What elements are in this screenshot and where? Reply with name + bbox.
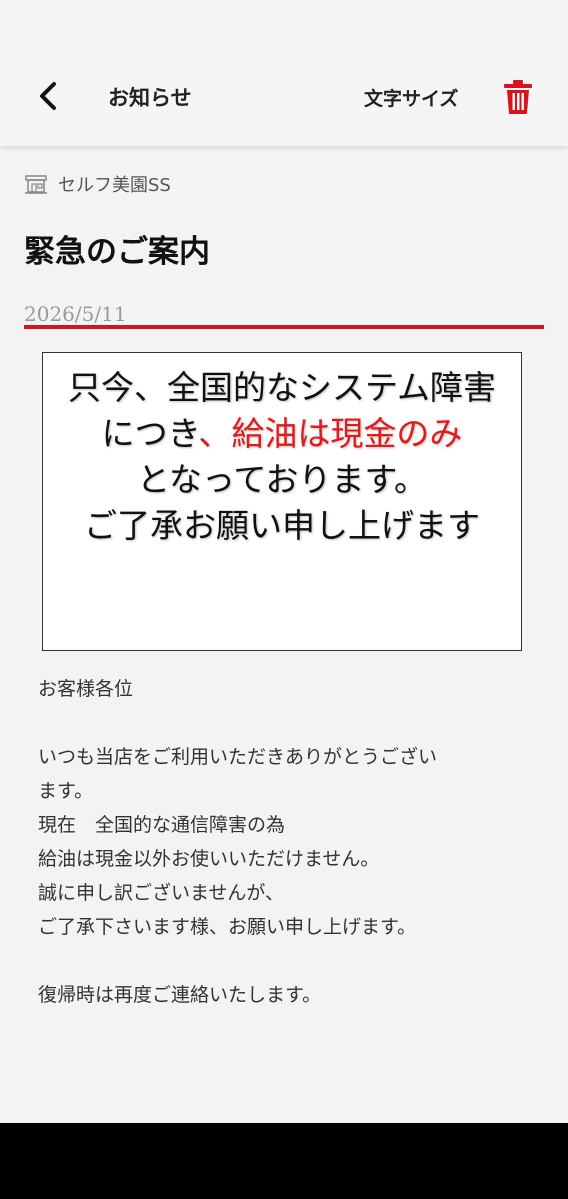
body-line-4: 給油は現金以外お使いいただけません。 [38,848,380,870]
notice-line-2-prefix: につき [101,414,199,453]
notice-line-3: となっております。 [136,460,428,499]
body-spacer [38,706,538,740]
system-nav-bar [0,1123,568,1199]
header-title: お知らせ [108,86,192,110]
notice-line-2: につき、給油は現金のみ [43,411,521,457]
body-spacer [38,944,538,978]
store-row: セルフ美園SS [24,172,171,196]
body-line-3: 現在 全国的な通信障害の為 [38,814,286,836]
body-line-1: いつも当店をご利用いただきありがとうござい [38,746,438,768]
article-body: お客様各位 いつも当店をご利用いただきありがとうござい ます。 現在 全国的な通… [38,672,538,1012]
notice-image: 只今、全国的なシステム障害 につき、給油は現金のみ となっております。 ご了承お… [42,352,522,651]
chevron-left-icon [40,82,56,110]
app-header: お知らせ 文字サイズ [0,0,568,146]
trash-icon [504,80,532,114]
body-greeting: お客様各位 [38,678,134,700]
store-icon [25,175,47,194]
store-name: セルフ美園SS [58,175,171,196]
body-line-7: 復帰時は再度ご連絡いたします。 [38,984,322,1006]
body-line-5: 誠に申し訳ございませんが、 [38,882,285,904]
notice-highlight: 、給油は現金のみ [198,414,463,453]
body-line-6: ご了承下さいます様、お願い申し上げます。 [38,916,417,938]
body-line-2: ます。 [38,780,94,802]
article-title: 緊急のご案内 [24,234,210,270]
notice-line-1: 只今、全国的なシステム障害 [67,368,496,407]
notice-line-4: ご了承お願い申し上げます [84,506,480,545]
delete-button[interactable] [502,78,534,116]
back-button[interactable] [34,78,66,114]
article-date: 2026/5/11 [24,302,127,326]
font-size-button[interactable]: 文字サイズ [364,84,458,111]
red-divider [24,325,544,329]
